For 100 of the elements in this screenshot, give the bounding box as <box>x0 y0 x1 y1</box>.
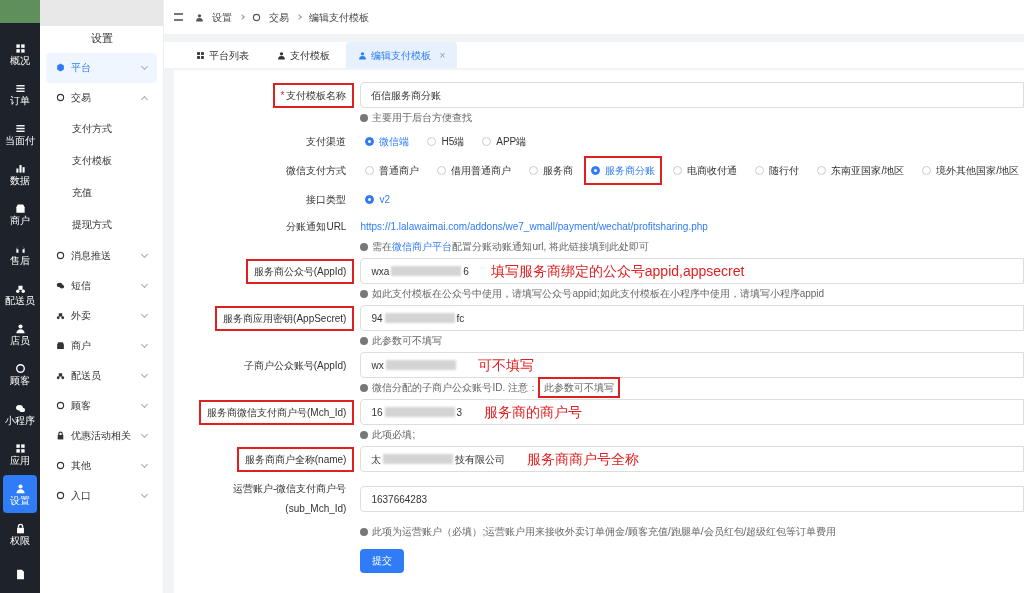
tab[interactable]: 平台列表 <box>184 42 262 68</box>
nav-item[interactable]: 顾客 <box>3 355 37 393</box>
circle-icon <box>252 12 262 22</box>
radio-option[interactable]: v2 <box>360 187 395 212</box>
nav-item[interactable]: 应用 <box>3 435 37 473</box>
nav-item[interactable]: 设置 <box>3 475 37 513</box>
menu-icon[interactable] <box>174 13 184 21</box>
nav-item[interactable]: 配送员 <box>3 275 37 313</box>
sidebar-item[interactable]: 配送员 <box>46 360 158 391</box>
sidebar-subitem[interactable]: 支付方式 <box>46 112 158 145</box>
sidebar-item[interactable]: 短信 <box>46 270 158 301</box>
radio-option[interactable]: 借用普通商户 <box>432 158 517 183</box>
grid-icon <box>14 442 26 454</box>
field-label: 支付渠道 <box>305 135 348 149</box>
circle-icon <box>56 401 65 410</box>
tab[interactable]: 编辑支付模板 × <box>346 42 458 68</box>
radio-option[interactable]: H5端 <box>422 129 470 154</box>
radio-option[interactable]: APP端 <box>477 129 532 154</box>
chat-icon <box>56 281 65 290</box>
bar-chart-icon <box>14 162 26 174</box>
text-field[interactable]: wxa 6 填写服务商绑定的公众号appid,appsecret <box>360 258 1024 284</box>
lock-icon <box>14 522 26 534</box>
hint-link[interactable]: 微信商户平台 <box>392 241 453 252</box>
sidebar-subitem[interactable]: 支付模板 <box>46 144 158 177</box>
circle-icon <box>56 251 65 260</box>
submit-button[interactable]: 提交 <box>360 548 405 573</box>
radio-option[interactable]: 随行付 <box>750 158 805 183</box>
sidebar-item[interactable]: 其他 <box>46 450 158 481</box>
sidebar-item[interactable]: 交易 <box>46 82 158 113</box>
nav-item[interactable]: 商户 <box>3 195 37 233</box>
radio-option[interactable]: 微信端 <box>360 129 415 154</box>
hint-text: 如此支付模板在公众号中使用，请填写公众号appid;如此支付模板在小程序中使用，请填写小程序appid <box>372 287 825 301</box>
nav-item[interactable]: 当面付 <box>3 115 37 153</box>
list-icon <box>14 122 26 134</box>
hint-text: 微信分配的子商户公众账号ID. 注意： 此参数可不填写 <box>372 380 618 395</box>
breadcrumb-link[interactable]: 设置 <box>212 9 233 25</box>
nav-item[interactable]: 权限 <box>3 515 37 553</box>
grid-icon <box>196 50 206 60</box>
radio-option[interactable]: 东南亚国家/地区 <box>812 158 910 183</box>
text-field[interactable]: 16 3 服务商的商户号 <box>360 399 1024 425</box>
document-icon <box>14 568 26 580</box>
radio-option[interactable]: 境外其他国家/地区 <box>917 158 1024 183</box>
breadcrumb-link[interactable]: 交易 <box>269 9 290 25</box>
field-label: 服务商应用密钥(AppSecret) <box>217 307 353 329</box>
field-label: 分账通知URL <box>285 220 348 234</box>
sidebar-item[interactable]: 消息推送 <box>46 240 158 271</box>
text-field[interactable]: 94 fc <box>360 305 1024 331</box>
field-label: * 支付模板名称 <box>274 84 353 106</box>
url-link[interactable]: https://1.lalawaimai.com/addons/we7_wmall/payment/wechat/profitsharing.php <box>360 216 708 237</box>
field-label: 服务商公众号(AppId) <box>247 260 353 282</box>
scooter-icon <box>56 311 65 320</box>
gear-icon <box>56 63 65 72</box>
circle-icon <box>56 93 65 102</box>
annotation-text: 服务商商户号全称 <box>527 449 640 469</box>
nav-item[interactable]: 店员 <box>3 315 37 353</box>
circle-icon <box>14 362 26 374</box>
text-field[interactable]: 佰信服务商分账 <box>360 82 1024 108</box>
sidebar-item[interactable]: 优惠活动相关 <box>46 420 158 451</box>
person-icon <box>195 12 205 22</box>
grid-icon <box>14 42 26 54</box>
field-label: 运营账户-微信支付商户号 (sub_Mch_Id) <box>232 482 348 516</box>
nav-item[interactable]: 订单 <box>3 75 37 113</box>
radio-option[interactable]: 普通商户 <box>360 158 425 183</box>
lock-icon <box>56 431 65 440</box>
text-field[interactable]: 太 技有限公司 服务商商户号全称 <box>360 446 1024 472</box>
nav-item[interactable]: 售后 <box>3 235 37 273</box>
sidebar-item[interactable]: 入口 <box>46 480 158 511</box>
sidebar-item[interactable]: 商户 <box>46 330 158 361</box>
text-field[interactable]: 1637664283 <box>360 486 1024 512</box>
sidebar-item[interactable]: 顾客 <box>46 390 158 421</box>
nav-item[interactable]: 概况 <box>3 35 37 73</box>
person-icon <box>14 322 26 334</box>
annotation-text: 服务商的商户号 <box>484 402 583 422</box>
field-label: 服务商商户全称(name) <box>238 448 353 470</box>
nav-item[interactable]: 小程序 <box>3 395 37 433</box>
sidebar-item[interactable]: 平台 <box>46 52 158 83</box>
circle-icon <box>56 461 65 470</box>
person-icon <box>14 482 26 494</box>
hint-text: 此参数可不填写 <box>372 334 443 348</box>
list-icon <box>14 82 26 94</box>
sidebar-item[interactable]: 外卖 <box>46 300 158 331</box>
field-label: 微信支付方式 <box>285 164 348 178</box>
breadcrumb-link[interactable]: 编辑支付模板 <box>309 9 370 25</box>
radio-option[interactable]: 服务商 <box>524 158 579 183</box>
required-mark: * <box>280 89 285 101</box>
annotation-text: 填写服务商绑定的公众号appid,appsecret <box>490 261 745 281</box>
store-icon <box>56 341 65 350</box>
nav-item[interactable]: 数据 <box>3 155 37 193</box>
sidebar-subitem[interactable]: 充值 <box>46 176 158 209</box>
field-label: 服务商微信支付商户号(Mch_Id) <box>201 401 353 423</box>
radio-option[interactable]: 电商收付通 <box>668 158 743 183</box>
chat-icon <box>14 402 26 414</box>
text-field[interactable]: wx 可不填写 <box>360 352 1024 378</box>
tab[interactable]: 支付模板 <box>265 42 343 68</box>
radio-option[interactable]: 服务商分账 <box>586 158 661 183</box>
person-icon <box>277 50 287 60</box>
hint-text: 主要用于后台方便查找 <box>372 111 473 125</box>
sidebar-subitem[interactable]: 提现方式 <box>46 208 158 241</box>
sidebar-title: 设置 <box>89 31 114 46</box>
hint-text: 此项必填; <box>372 428 416 442</box>
